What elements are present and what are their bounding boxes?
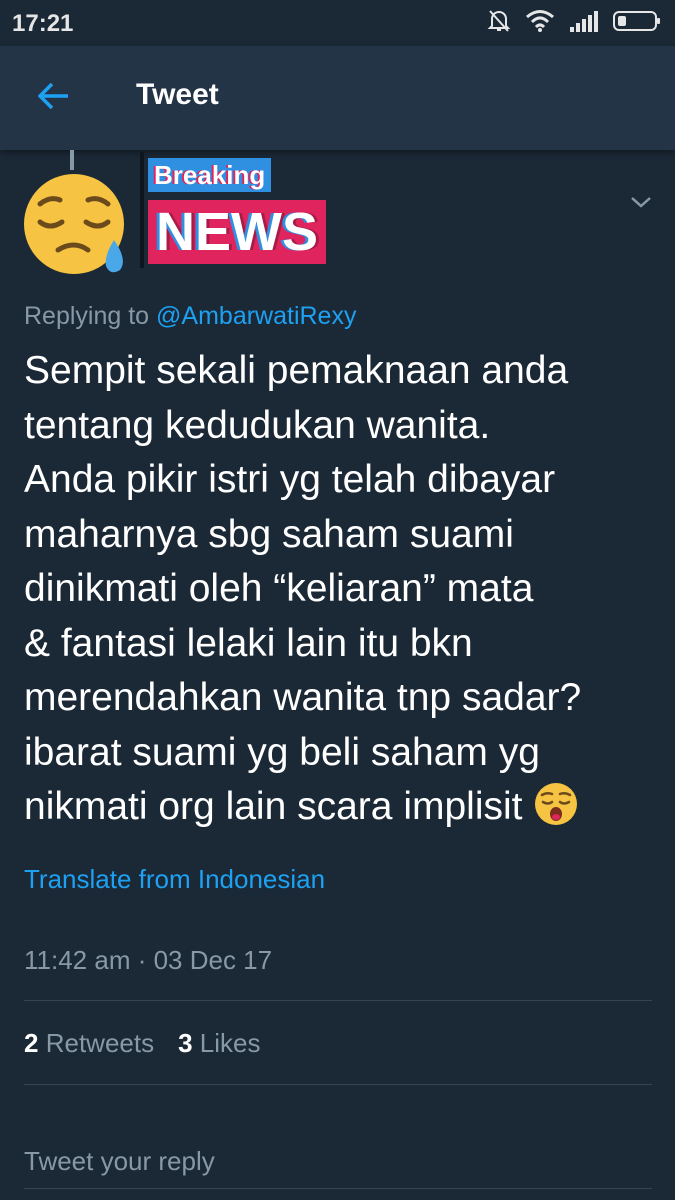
divider <box>24 1000 652 1001</box>
chevron-down-icon <box>631 197 651 208</box>
name-shadow <box>140 152 144 268</box>
more-options-caret[interactable] <box>629 192 653 212</box>
back-arrow-icon <box>36 81 70 116</box>
battery-icon <box>613 10 661 37</box>
sleepy-face-emoji <box>24 174 124 274</box>
tweet-body: Sempit sekali pemaknaan anda tentang ked… <box>24 344 654 835</box>
yawning-face-emoji <box>533 781 579 827</box>
likes-stat[interactable]: 3 Likes <box>178 1028 260 1059</box>
likes-count: 3 <box>178 1028 193 1058</box>
page-title: Tweet <box>136 78 219 111</box>
display-name-line1: Breaking <box>148 158 272 192</box>
back-button[interactable] <box>30 76 76 120</box>
retweets-label: Retweets <box>45 1028 155 1058</box>
signal-icon <box>569 9 599 38</box>
thread-connector <box>70 150 74 170</box>
replying-prefix: Replying to <box>24 302 150 330</box>
status-bar: 17:21 <box>0 0 675 46</box>
reply-input[interactable] <box>24 1136 652 1186</box>
avatar[interactable] <box>22 170 130 278</box>
mute-bell-icon <box>487 8 511 39</box>
tweet-stats: 2 Retweets 3 Likes <box>24 1028 261 1059</box>
wifi-icon <box>525 9 555 38</box>
app-bar: Tweet <box>0 46 675 150</box>
retweets-stat[interactable]: 2 Retweets <box>24 1028 154 1059</box>
status-icons <box>487 8 661 39</box>
tweet-text: Sempit sekali pemaknaan anda tentang ked… <box>24 349 582 828</box>
display-name-line2: NEWS <box>148 200 326 264</box>
likes-label: Likes <box>199 1028 261 1058</box>
translate-link[interactable]: Translate from Indonesian <box>24 864 325 895</box>
divider <box>24 1084 652 1085</box>
replying-handle-link[interactable]: @AmbarwatiRexy <box>156 302 356 330</box>
retweets-count: 2 <box>24 1028 39 1058</box>
display-name[interactable]: Breaking NEWS <box>140 152 360 268</box>
reply-input-underline <box>24 1188 652 1189</box>
replying-to: Replying to @AmbarwatiRexy <box>24 302 356 331</box>
tweet-timestamp: 11:42 am · 03 Dec 17 <box>24 945 273 975</box>
status-time: 17:21 <box>12 10 74 37</box>
